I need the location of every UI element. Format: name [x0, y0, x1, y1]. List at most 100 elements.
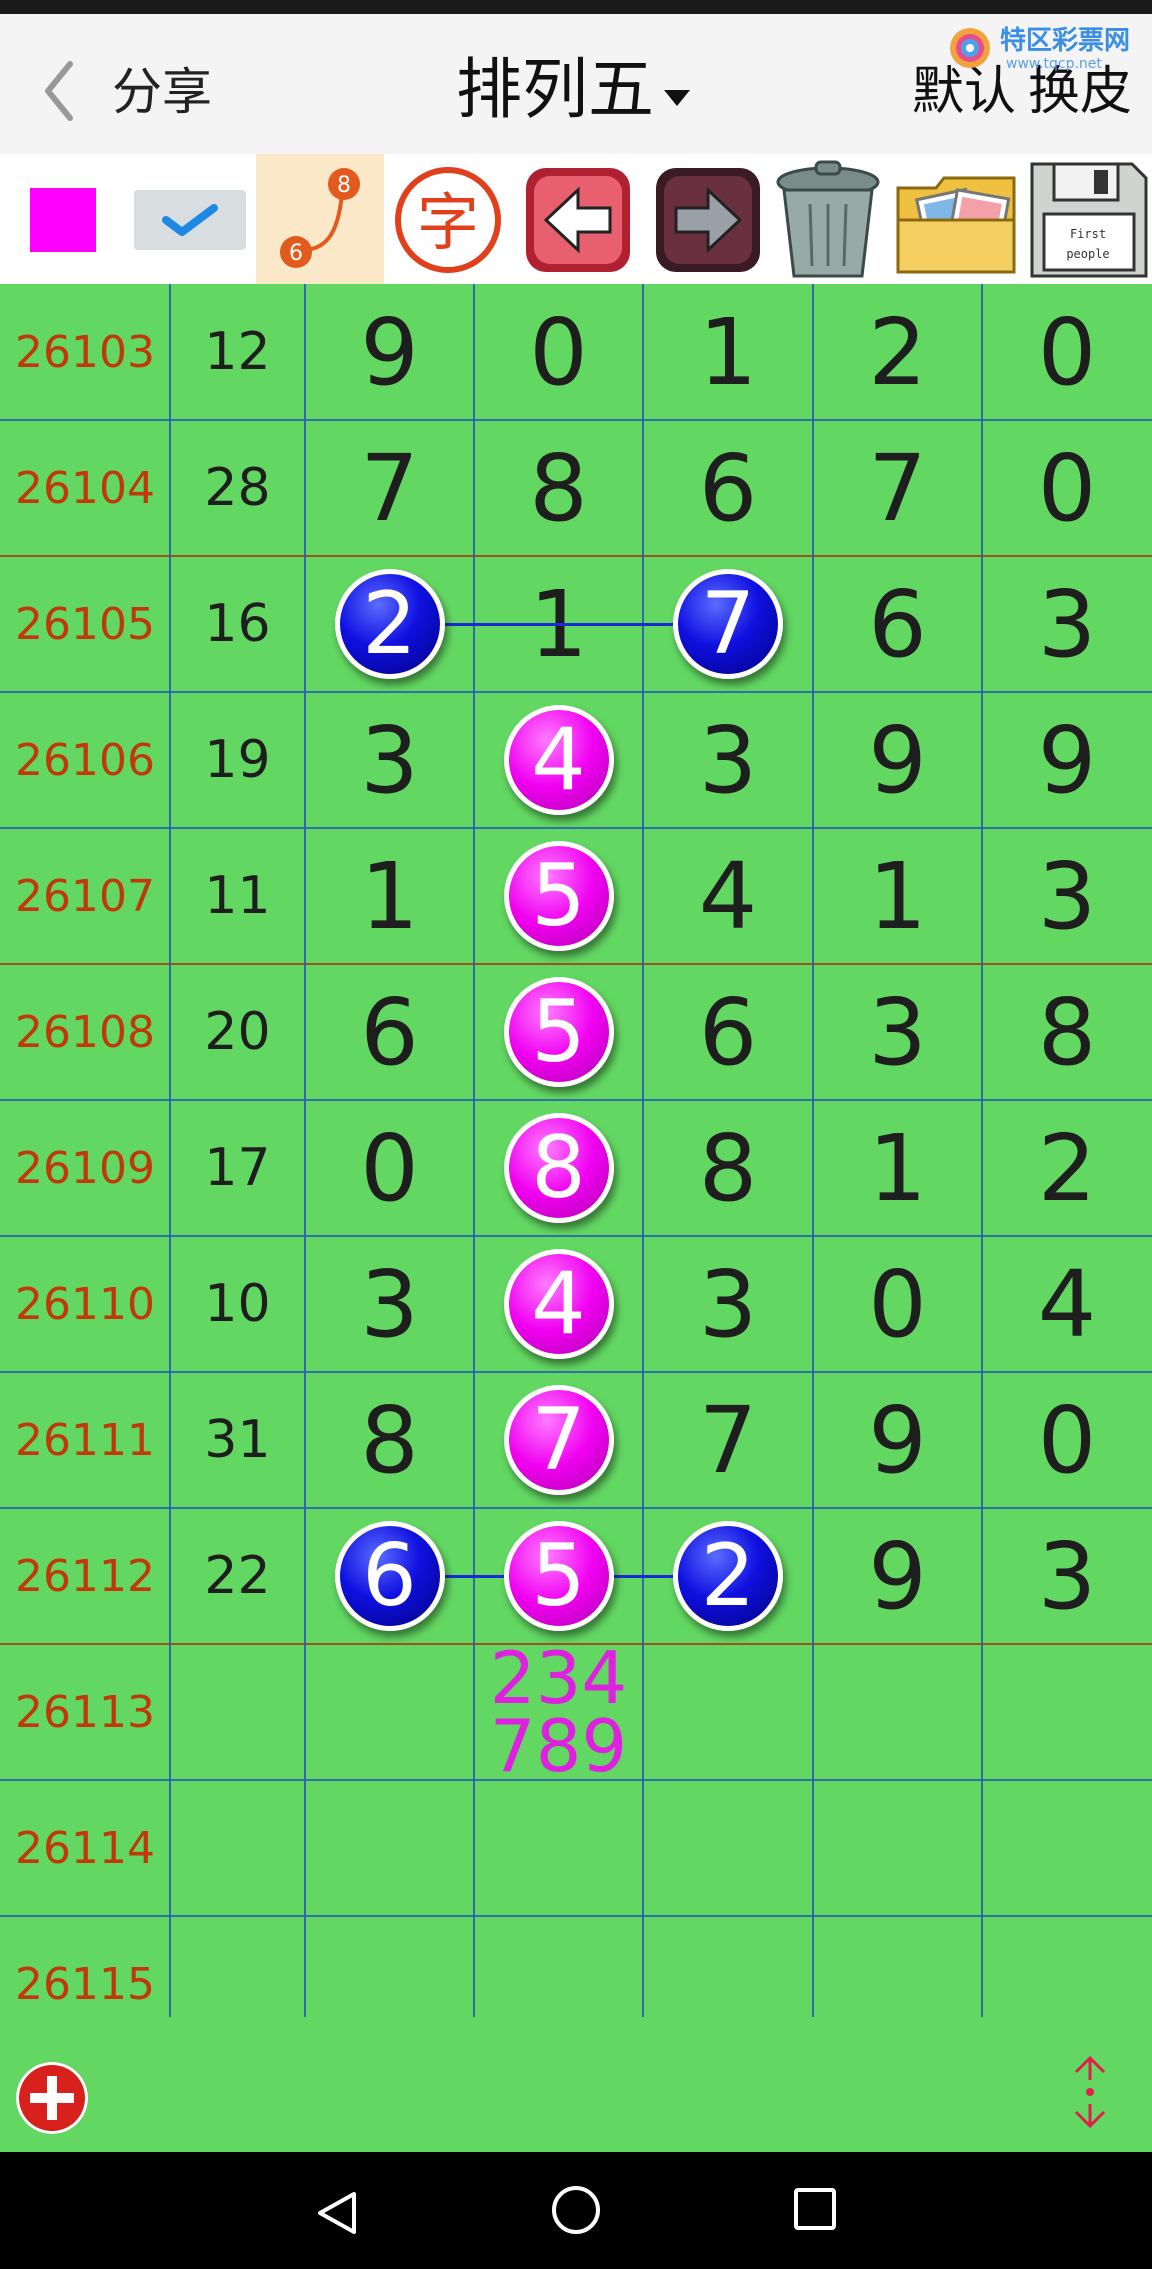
digit-cell[interactable]: 8: [982, 964, 1152, 1100]
digit-cell[interactable]: [813, 1780, 982, 1916]
trash-can-icon: [776, 160, 880, 278]
font-char-icon: 字: [395, 167, 501, 273]
digit-cell[interactable]: 7: [305, 420, 474, 556]
issue-number: 26109: [15, 1142, 155, 1194]
digit-cell[interactable]: 1: [813, 1100, 982, 1236]
digit-cell[interactable]: 1: [305, 828, 474, 964]
digit-cell[interactable]: [305, 1644, 474, 1780]
digit-cell[interactable]: 9: [982, 692, 1152, 828]
magenta-ball-marker[interactable]: 5: [503, 841, 614, 951]
image-folder-icon: [896, 176, 1016, 274]
nav-home-icon[interactable]: [552, 2186, 600, 2234]
digit-cell[interactable]: 6: [643, 420, 813, 556]
site-logo: 特区彩票网 www.tqcp.net: [948, 26, 1148, 72]
digit-cell[interactable]: 3: [813, 964, 982, 1100]
app-header: 分享 排列五 默认 换皮 特区彩票网 www.tqcp.net: [0, 14, 1152, 154]
digit-cell[interactable]: 9: [813, 1372, 982, 1508]
image-button[interactable]: [892, 154, 1022, 284]
digit-cell[interactable]: [813, 1644, 982, 1780]
digit-cell[interactable]: 8: [474, 420, 643, 556]
scroll-updown-icon[interactable]: [1068, 2050, 1112, 2134]
page-title[interactable]: 排列五: [456, 52, 654, 128]
digit-cell[interactable]: 3: [305, 1236, 474, 1372]
toolbar: 8 6 字 First people: [0, 154, 1152, 284]
digit-cell[interactable]: 3: [982, 556, 1152, 692]
digit-cell[interactable]: 3: [982, 828, 1152, 964]
digit-cell[interactable]: 0: [982, 284, 1152, 420]
digit-cell[interactable]: 2: [813, 284, 982, 420]
sum-value: 17: [204, 1138, 271, 1198]
digit-cell[interactable]: [643, 1644, 813, 1780]
magenta-ball-marker[interactable]: 5: [503, 1521, 614, 1631]
digit-cell[interactable]: 1: [813, 828, 982, 964]
digit-cell[interactable]: 8: [305, 1372, 474, 1508]
undo-button[interactable]: [518, 154, 638, 284]
digit-cell[interactable]: 0: [474, 284, 643, 420]
digit-cell[interactable]: 6: [643, 964, 813, 1100]
digit-cell[interactable]: 7: [643, 1372, 813, 1508]
check-toggle-button[interactable]: [134, 190, 246, 250]
font-tool-button[interactable]: 字: [390, 154, 510, 284]
digit-cell[interactable]: 6: [813, 556, 982, 692]
clear-button[interactable]: [766, 154, 890, 284]
digit-cell[interactable]: 9: [813, 1508, 982, 1644]
magenta-ball-marker[interactable]: 8: [503, 1113, 614, 1223]
color-swatch-button[interactable]: [30, 188, 96, 252]
draw-grid[interactable]: 2610312901202610428786702610516217632610…: [0, 284, 1152, 2053]
table-row[interactable]: 26103 12 9 0 1 2 0: [0, 284, 1152, 420]
digit-cell[interactable]: 0: [982, 1372, 1152, 1508]
nav-back-icon[interactable]: [312, 2188, 362, 2238]
magenta-ball-marker[interactable]: 7: [503, 1385, 614, 1495]
digit-cell[interactable]: 0: [305, 1100, 474, 1236]
digit-cell[interactable]: 1: [643, 284, 813, 420]
digit-cell[interactable]: 3: [643, 692, 813, 828]
digit-cell[interactable]: 4: [982, 1236, 1152, 1372]
add-row-button[interactable]: [16, 2062, 88, 2134]
digit-cell[interactable]: 2: [982, 1100, 1152, 1236]
issue-number: 26113: [15, 1686, 155, 1738]
table-row[interactable]: 26114: [0, 1780, 1152, 1916]
blue-ball-marker[interactable]: 2: [334, 569, 445, 679]
digit-cell[interactable]: [474, 1780, 643, 1916]
share-button[interactable]: 分享: [112, 62, 212, 122]
logo-url: www.tqcp.net: [1006, 56, 1102, 72]
digit-cell[interactable]: 3: [643, 1236, 813, 1372]
digit-cell[interactable]: 8: [643, 1100, 813, 1236]
sum-value: 31: [204, 1410, 271, 1470]
digit-cell[interactable]: 7: [813, 420, 982, 556]
digit-cell[interactable]: 3: [982, 1508, 1152, 1644]
font-char-label: 字: [417, 186, 479, 259]
save-button[interactable]: First people: [1024, 154, 1152, 284]
blue-ball-marker[interactable]: 6: [334, 1521, 445, 1631]
table-row[interactable]: 26104 28 7 8 6 7 0: [0, 420, 1152, 556]
magenta-ball-marker[interactable]: 4: [503, 1249, 614, 1359]
digit-cell[interactable]: 4: [643, 828, 813, 964]
disk-label-first: First: [1070, 227, 1106, 241]
digit-cell[interactable]: 9: [813, 692, 982, 828]
sum-value: [170, 1644, 305, 1780]
issue-number: 26111: [15, 1414, 155, 1466]
digit-cell[interactable]: [982, 1780, 1152, 1916]
sum-value: 20: [204, 1002, 271, 1062]
digit-cell[interactable]: 0: [982, 420, 1152, 556]
digit-cell[interactable]: [643, 1780, 813, 1916]
digit-cell[interactable]: 9: [305, 284, 474, 420]
title-dropdown-caret-icon[interactable]: [664, 90, 690, 106]
magenta-ball-marker[interactable]: 5: [503, 977, 614, 1087]
digit-cell[interactable]: 0: [813, 1236, 982, 1372]
blue-ball-marker[interactable]: 7: [673, 569, 783, 679]
sum-value: 22: [204, 1546, 271, 1606]
back-chevron-icon[interactable]: [40, 56, 80, 126]
digit-cell[interactable]: [982, 1644, 1152, 1780]
digit-cell[interactable]: [305, 1780, 474, 1916]
issue-number: 26105: [15, 598, 155, 650]
digit-cell[interactable]: 3: [305, 692, 474, 828]
line-connect-tool-button[interactable]: 8 6: [256, 154, 384, 284]
digit-cell[interactable]: 6: [305, 964, 474, 1100]
redo-button[interactable]: [648, 154, 768, 284]
issue-number: 26103: [15, 326, 155, 378]
sum-value: 19: [204, 730, 271, 790]
blue-ball-marker[interactable]: 2: [673, 1521, 783, 1631]
nav-recent-apps-icon[interactable]: [794, 2188, 836, 2230]
magenta-ball-marker[interactable]: 4: [503, 705, 614, 815]
